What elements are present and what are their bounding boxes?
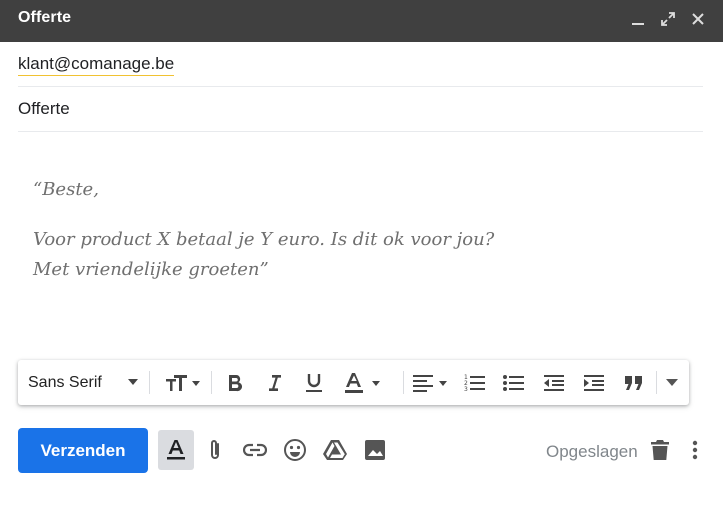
- indent-less-icon[interactable]: [537, 360, 571, 405]
- subject-input[interactable]: Offerte: [18, 99, 70, 119]
- bold-icon[interactable]: [218, 360, 252, 405]
- text-size-icon[interactable]: [158, 360, 204, 405]
- photo-icon[interactable]: [357, 430, 393, 470]
- indent-more-icon[interactable]: [577, 360, 611, 405]
- link-icon[interactable]: [237, 430, 273, 470]
- compose-title: Offerte: [18, 9, 72, 26]
- message-body[interactable]: “Beste, Voor product X betaal je Y euro.…: [33, 175, 673, 285]
- more-options-icon[interactable]: [677, 430, 713, 470]
- underline-icon[interactable]: [297, 360, 331, 405]
- body-line: Voor product X betaal je Y euro. Is dit …: [33, 229, 495, 250]
- emoji-icon[interactable]: [277, 430, 313, 470]
- drive-icon[interactable]: [317, 430, 353, 470]
- close-icon[interactable]: [688, 9, 708, 29]
- saved-status: Opgeslagen: [546, 442, 638, 461]
- more-formatting-icon[interactable]: [660, 360, 684, 405]
- formatting-toolbar: Sans Serif 123: [18, 360, 689, 405]
- font-family-label: Sans Serif: [28, 373, 102, 391]
- numbered-list-icon[interactable]: 123: [458, 360, 492, 405]
- bottom-action-bar: Verzenden Opgeslagen: [0, 426, 723, 476]
- bulleted-list-icon[interactable]: [497, 360, 531, 405]
- expand-icon[interactable]: [658, 9, 678, 29]
- compose-titlebar[interactable]: Offerte: [0, 0, 723, 42]
- body-line: Met vriendelijke groeten”: [33, 259, 269, 280]
- align-icon[interactable]: [408, 360, 456, 405]
- body-greeting: “Beste,: [33, 179, 99, 200]
- quote-icon[interactable]: [617, 360, 651, 405]
- recipient-chip[interactable]: klant@comanage.be: [18, 54, 175, 76]
- text-color-icon[interactable]: [338, 360, 386, 405]
- to-field[interactable]: klant@comanage.be: [18, 42, 703, 87]
- font-family-select[interactable]: Sans Serif: [28, 360, 146, 405]
- svg-text:3: 3: [464, 386, 468, 393]
- subject-field[interactable]: Offerte: [18, 87, 703, 132]
- chevron-down-icon: [128, 379, 138, 385]
- minimize-icon[interactable]: [628, 9, 648, 29]
- send-button[interactable]: Verzenden: [18, 428, 148, 473]
- formatting-options-icon[interactable]: [158, 430, 194, 470]
- discard-icon[interactable]: [642, 430, 678, 470]
- attach-icon[interactable]: [197, 430, 233, 470]
- italic-icon[interactable]: [257, 360, 291, 405]
